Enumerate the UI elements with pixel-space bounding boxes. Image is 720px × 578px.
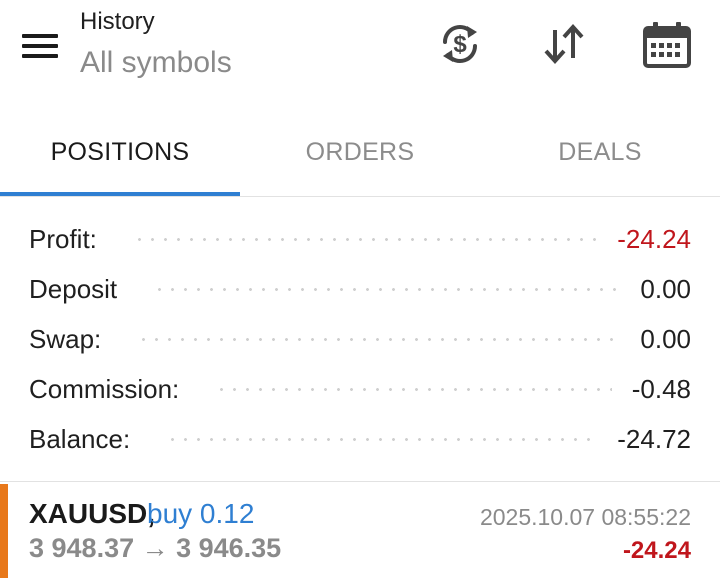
summary-row-swap: Swap: 0.00 [0,314,720,364]
trade-prices: 3 948.37 → 3 946.35 [29,533,282,563]
tab-deals[interactable]: DEALS [480,108,720,196]
calendar-icon[interactable] [641,18,693,70]
trade-profit: -24.24 [622,537,691,564]
currency-refresh-icon[interactable]: $ [434,18,486,70]
summary-label: Swap: [29,323,102,354]
menu-icon[interactable] [20,30,60,62]
dot-leader [153,287,621,291]
dot-leader [166,437,598,441]
tab-orders[interactable]: ORDERS [240,108,480,196]
trade-direction: buy 0.12 [147,498,255,529]
trade-symbol: XAUUSD, [29,498,156,529]
dot-leader [215,387,612,391]
app-header: History All symbols $ [0,0,720,108]
active-tab-indicator [0,192,240,196]
summary-row-commission: Commission: -0.48 [0,364,720,414]
sort-icon[interactable] [538,18,590,70]
summary-label: Deposit [29,273,118,304]
history-tabs: POSITIONS ORDERS DEALS [0,108,720,197]
summary-value: -24.72 [617,423,691,454]
trade-time: 2025.10.07 08:55:22 [479,504,691,530]
summary-label: Commission: [29,373,180,404]
trade-type-marker [0,484,8,578]
summary-row-balance: Balance: -24.72 [0,414,720,464]
page-title: History [80,8,155,35]
svg-text:$: $ [453,31,467,58]
tab-positions[interactable]: POSITIONS [0,108,240,196]
summary-list: Profit: -24.24 Deposit 0.00 Swap: 0.00 C… [0,214,720,464]
trade-row[interactable]: XAUUSD, buy 0.12 3 948.37 → 3 946.35 202… [0,482,720,578]
summary-row-profit: Profit: -24.24 [0,214,720,264]
summary-value: 0.00 [640,273,691,304]
summary-label: Balance: [29,423,131,454]
summary-row-deposit: Deposit 0.00 [0,264,720,314]
symbol-filter[interactable]: All symbols [80,46,232,80]
summary-label: Profit: [29,223,97,254]
summary-value: 0.00 [640,323,691,354]
summary-value: -0.48 [631,373,691,404]
dot-leader [132,237,598,241]
dot-leader [137,337,621,341]
summary-value: -24.24 [617,223,691,254]
